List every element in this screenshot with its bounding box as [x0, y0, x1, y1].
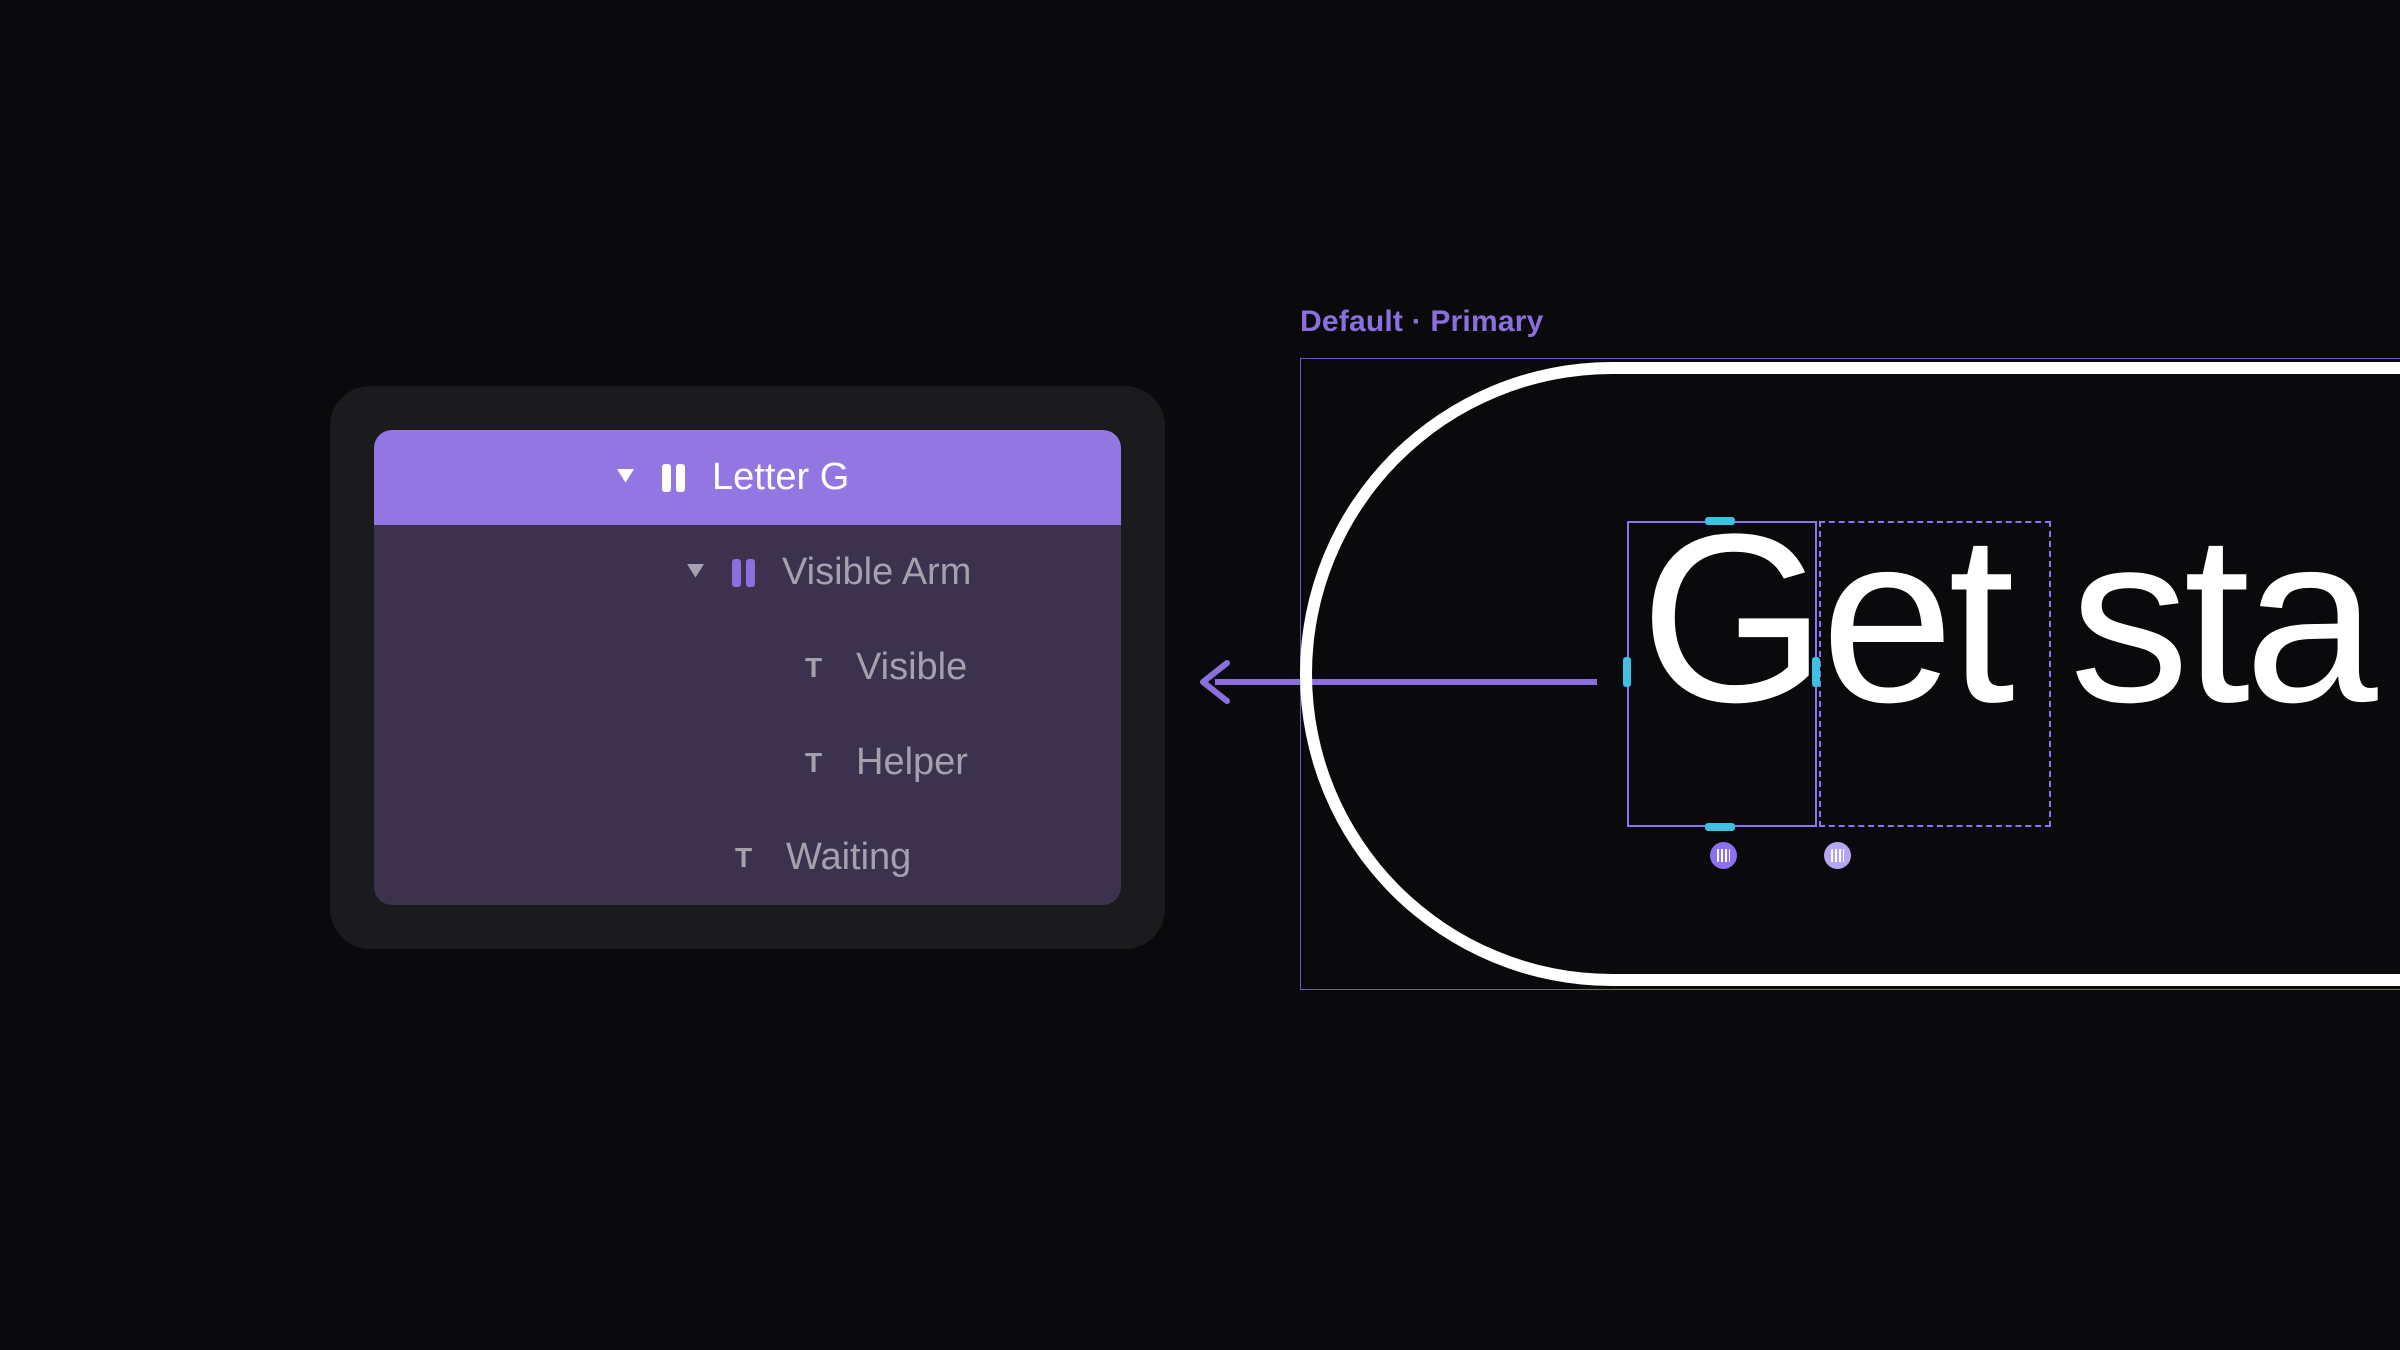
layer-row-visible-arm[interactable]: Visible Arm [374, 525, 1121, 620]
component-indicator-icon[interactable] [1710, 842, 1737, 869]
resize-handle-bottom[interactable] [1705, 823, 1735, 831]
expand-caret-icon[interactable] [664, 564, 704, 581]
resize-handle-top[interactable] [1705, 517, 1735, 525]
layer-row-waiting[interactable]: T Waiting [374, 810, 1121, 905]
resize-handle-right[interactable] [1812, 657, 1820, 687]
text-layer-icon: T [724, 842, 762, 874]
component-frame-label[interactable]: Default · Primary [1300, 305, 1543, 339]
layer-label: Helper [856, 741, 968, 784]
expand-caret-icon[interactable] [594, 469, 634, 486]
layer-row-helper[interactable]: T Helper [374, 715, 1121, 810]
layer-label: Visible Arm [782, 551, 971, 594]
layer-label: Letter G [712, 456, 849, 499]
layer-tree-panel: Letter G Visible Arm T Visible T Helper … [330, 386, 1165, 949]
layer-row-visible[interactable]: T Visible [374, 620, 1121, 715]
layer-label: Visible [856, 646, 967, 689]
layer-row-letter-g[interactable]: Letter G [374, 430, 1121, 525]
text-layer-icon: T [794, 747, 832, 779]
layer-label: Waiting [786, 836, 911, 879]
variant-icon [654, 464, 692, 492]
layer-tree: Letter G Visible Arm T Visible T Helper … [374, 430, 1121, 905]
text-layer-icon: T [794, 652, 832, 684]
variant-icon [724, 559, 762, 587]
resize-handle-left[interactable] [1623, 657, 1631, 687]
selection-box-active[interactable] [1627, 521, 1817, 827]
component-indicator-icon[interactable] [1824, 842, 1851, 869]
selection-box-sibling [1819, 521, 2051, 827]
